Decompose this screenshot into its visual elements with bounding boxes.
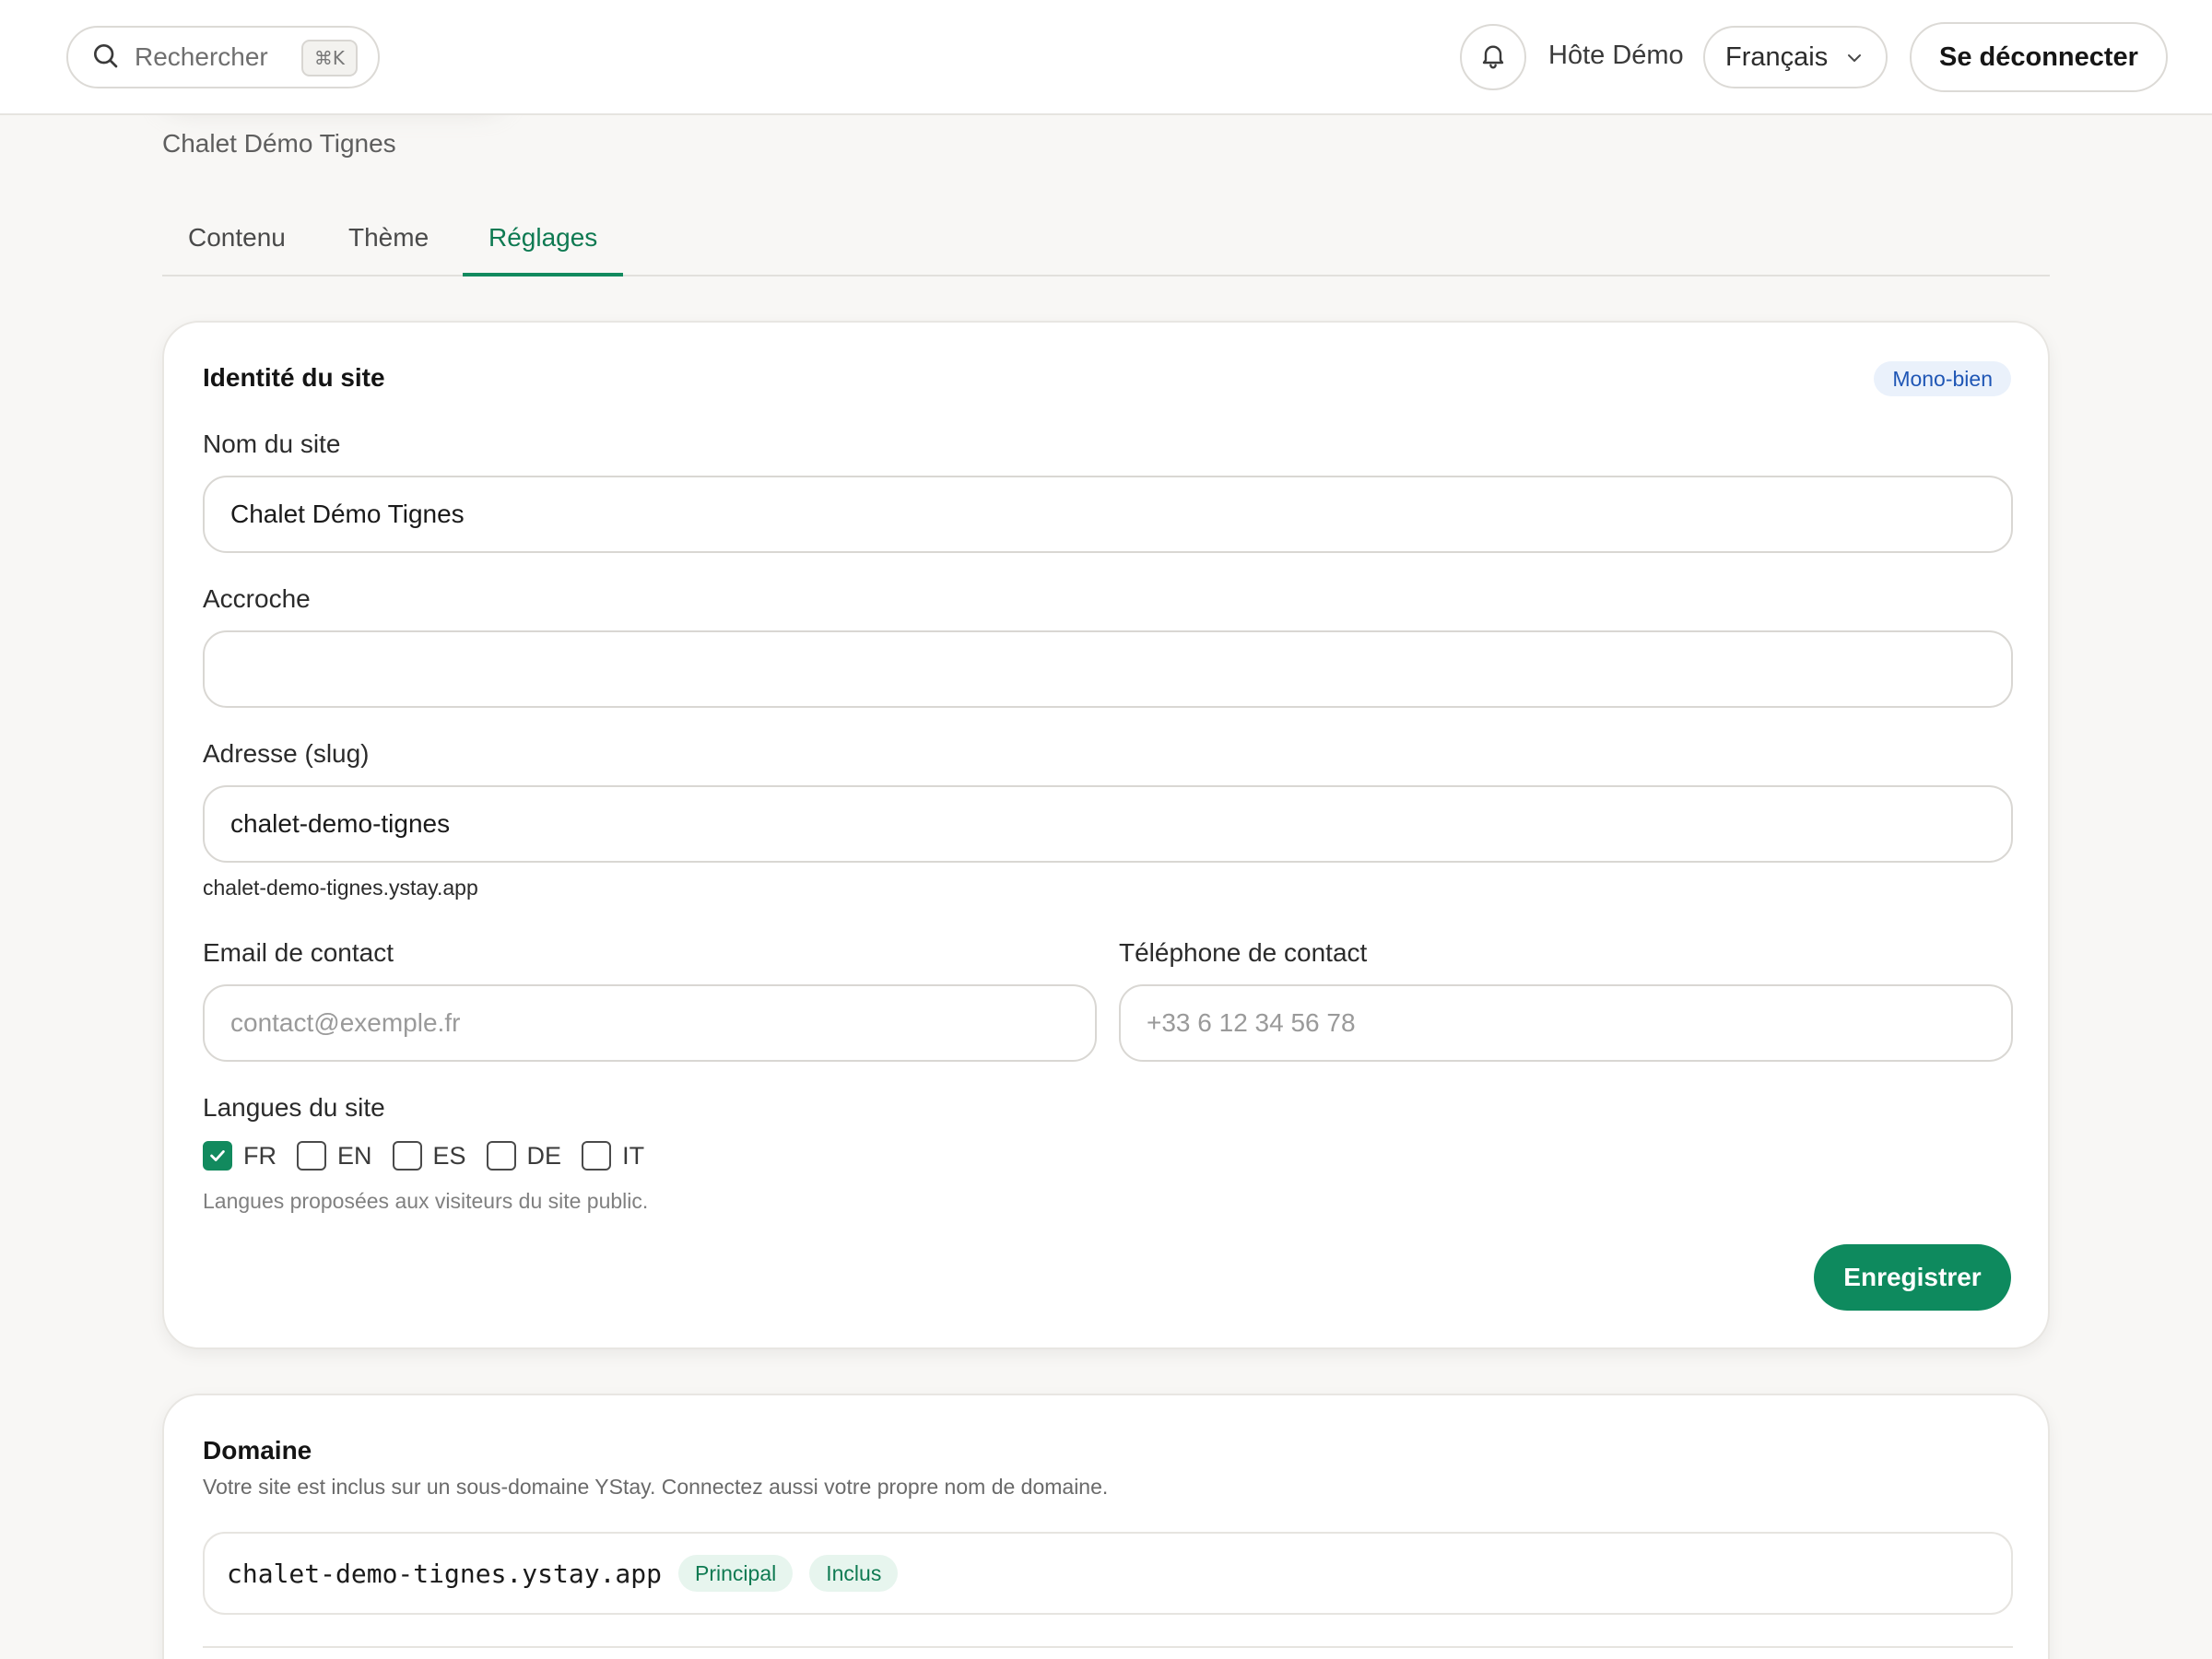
language-option-en[interactable]: EN <box>297 1141 372 1171</box>
phone-input[interactable]: +33 6 12 34 56 78 <box>1119 984 2013 1062</box>
checkbox[interactable] <box>297 1141 326 1171</box>
tab-reglages[interactable]: Réglages <box>463 223 624 276</box>
search-bar[interactable]: Rechercher ⌘K <box>66 26 380 88</box>
language-checkboxes: FR EN ES DE IT <box>203 1141 665 1171</box>
mono-property-badge: Mono-bien <box>1874 361 2011 396</box>
languages-hint: Langues proposées aux visiteurs du site … <box>203 1189 649 1213</box>
languages-label: Langues du site <box>203 1093 385 1122</box>
site-name-input[interactable]: Chalet Démo Tignes <box>203 476 2013 553</box>
slug-url-preview: chalet-demo-tignes.ystay.app <box>203 876 478 900</box>
language-code: EN <box>337 1141 372 1170</box>
slug-input[interactable]: chalet-demo-tignes <box>203 785 2013 863</box>
site-identity-card: Identité du site Mono-bien Nom du site C… <box>162 321 2050 1349</box>
tab-contenu[interactable]: Contenu <box>162 223 312 276</box>
save-button[interactable]: Enregistrer <box>1814 1244 2011 1311</box>
email-label: Email de contact <box>203 938 394 967</box>
email-input[interactable]: contact@exemple.fr <box>203 984 1097 1062</box>
tab-theme[interactable]: Thème <box>323 223 454 276</box>
top-bar: Rechercher ⌘K Hôte Démo Français Se déco… <box>0 0 2212 115</box>
slug-label: Adresse (slug) <box>203 739 370 768</box>
language-option-es[interactable]: ES <box>392 1141 466 1171</box>
site-name-label: Nom du site <box>203 429 341 458</box>
bell-icon <box>1478 41 1508 75</box>
divider <box>203 1646 2013 1648</box>
check-icon <box>210 1150 225 1161</box>
search-shortcut-badge: ⌘K <box>300 40 358 76</box>
included-badge: Inclus <box>809 1555 899 1592</box>
language-select-value: Français <box>1725 41 1829 72</box>
language-code: IT <box>622 1141 645 1170</box>
checkbox-checked[interactable] <box>203 1141 232 1171</box>
phone-label: Téléphone de contact <box>1119 938 1368 967</box>
search-icon <box>90 41 120 75</box>
primary-badge: Principal <box>678 1555 794 1592</box>
tagline-input[interactable] <box>203 630 2013 708</box>
tab-bar: Contenu Thème Réglages <box>162 212 2050 276</box>
language-code: FR <box>243 1141 276 1170</box>
language-option-fr[interactable]: FR <box>203 1141 276 1171</box>
language-code: DE <box>526 1141 562 1170</box>
checkbox[interactable] <box>392 1141 422 1171</box>
language-option-it[interactable]: IT <box>582 1141 644 1171</box>
domain-row: chalet-demo-tignes.ystay.app Principal I… <box>203 1532 2013 1615</box>
language-code: ES <box>432 1141 466 1170</box>
domain-title: Domaine <box>203 1436 312 1465</box>
domain-description: Votre site est inclus sur un sous-domain… <box>203 1475 1109 1499</box>
page-subtitle: Chalet Démo Tignes <box>162 129 396 158</box>
language-option-de[interactable]: DE <box>486 1141 562 1171</box>
tagline-label: Accroche <box>203 584 311 613</box>
search-placeholder: Rechercher <box>135 42 268 71</box>
user-name: Hôte Démo <box>1548 41 1684 70</box>
domain-card: Domaine Votre site est inclus sur un sou… <box>162 1394 2050 1659</box>
logout-button[interactable]: Se déconnecter <box>1910 22 2168 92</box>
domain-name: chalet-demo-tignes.ystay.app <box>227 1558 663 1589</box>
checkbox[interactable] <box>582 1141 612 1171</box>
notifications-button[interactable] <box>1460 24 1526 90</box>
site-identity-title: Identité du site <box>203 363 385 392</box>
checkbox[interactable] <box>486 1141 516 1171</box>
language-select[interactable]: Français <box>1703 26 1888 88</box>
